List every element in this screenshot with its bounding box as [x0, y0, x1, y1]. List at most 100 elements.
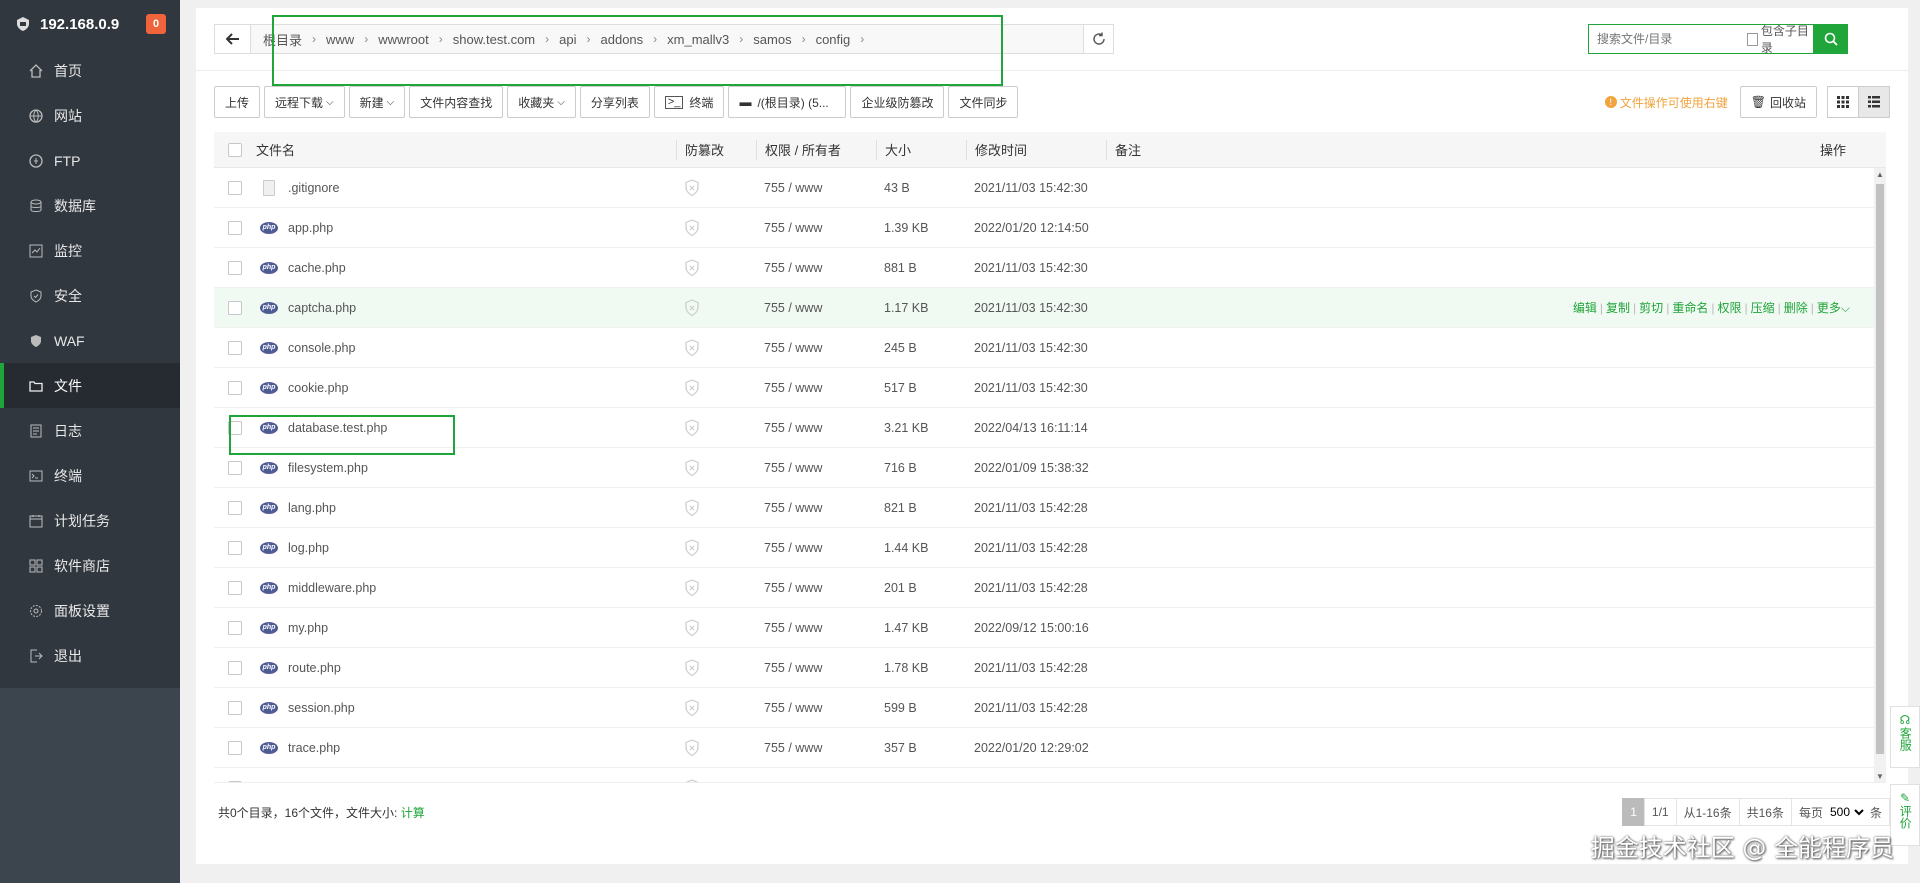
upload-button[interactable]: 上传	[214, 86, 261, 118]
table-row[interactable]: php lang.php 755 / www 821 B 2021/11/03 15:4…	[214, 488, 1886, 528]
file-perm[interactable]: 755 / www	[756, 621, 876, 635]
table-row[interactable]: php log.php 755 / www 1.44 KB 2021/11/03 15:…	[214, 528, 1886, 568]
table-row[interactable]: php route.php 755 / www 1.78 KB 2021/11/03 1…	[214, 648, 1886, 688]
table-row[interactable]: php captcha.php 755 / www 1.17 KB 2021/11/03…	[214, 288, 1886, 328]
file-perm[interactable]: 755 / www	[756, 501, 876, 515]
row-checkbox[interactable]	[228, 580, 242, 595]
file-perm[interactable]: 755 / www	[756, 661, 876, 675]
search-button[interactable]	[1814, 24, 1848, 54]
grid-view-button[interactable]	[1827, 86, 1859, 118]
row-checkbox[interactable]	[228, 500, 242, 515]
file-perm[interactable]: 755 / www	[756, 381, 876, 395]
page-current[interactable]: 1	[1622, 798, 1645, 826]
notification-badge[interactable]: 0	[146, 14, 166, 34]
table-row[interactable]: php database.test.php 755 / www 3.21 KB 2022…	[214, 408, 1886, 448]
file-name[interactable]: console.php	[288, 341, 355, 355]
file-name[interactable]: captcha.php	[288, 301, 356, 315]
share-list-button[interactable]: 分享列表	[579, 86, 650, 118]
sidebar-item-ftp[interactable]: FTP	[0, 138, 180, 183]
sidebar-item-cron[interactable]: 计划任务	[0, 498, 180, 543]
per-page-select[interactable]: 500	[1825, 804, 1867, 820]
new-button[interactable]: 新建 ⌵	[348, 86, 406, 118]
remote-download-button[interactable]: 远程下载 ⌵	[264, 86, 345, 118]
select-all-checkbox[interactable]	[228, 142, 242, 157]
disk-button[interactable]: ▬ /(根目录) (5...	[728, 86, 847, 118]
file-perm[interactable]: 755 / www	[756, 581, 876, 595]
refresh-button[interactable]	[1083, 25, 1113, 53]
row-checkbox[interactable]	[228, 660, 242, 675]
sidebar-item-terminal[interactable]: 终端	[0, 453, 180, 498]
sidebar-item-settings[interactable]: 面板设置	[0, 588, 180, 633]
row-checkbox[interactable]	[228, 460, 242, 475]
header-size[interactable]: 大小	[876, 139, 966, 160]
calc-size-link[interactable]: 计算	[401, 806, 425, 820]
file-name[interactable]: app.php	[288, 221, 333, 235]
row-action-6[interactable]: 删除	[1784, 301, 1808, 315]
review-button[interactable]: ✎ 评价	[1890, 784, 1920, 846]
file-perm[interactable]: 755 / www	[756, 221, 876, 235]
row-checkbox[interactable]	[228, 780, 242, 782]
file-perm[interactable]: 755 / www	[756, 261, 876, 275]
sidebar-item-logs[interactable]: 日志	[0, 408, 180, 453]
file-name[interactable]: .gitignore	[288, 181, 339, 195]
table-row[interactable]: php console.php 755 / www 245 B 2021/11/03 1…	[214, 328, 1886, 368]
file-perm[interactable]: 755 / www	[756, 701, 876, 715]
row-action-4[interactable]: 权限	[1717, 301, 1741, 315]
row-checkbox[interactable]	[228, 180, 242, 195]
terminal-button[interactable]: >_ 终端	[653, 86, 725, 118]
list-view-button[interactable]	[1858, 86, 1890, 118]
row-checkbox[interactable]	[228, 340, 242, 355]
row-checkbox[interactable]	[228, 380, 242, 395]
sidebar-item-logout[interactable]: 退出	[0, 633, 180, 678]
customer-service-button[interactable]: ☊ 客服	[1890, 706, 1920, 768]
header-mtime[interactable]: 修改时间	[966, 139, 1106, 160]
file-name[interactable]: session.php	[288, 701, 355, 715]
row-checkbox[interactable]	[228, 300, 242, 315]
sidebar-item-security[interactable]: 安全	[0, 273, 180, 318]
sidebar-item-database[interactable]: 数据库	[0, 183, 180, 228]
file-name[interactable]: my.php	[288, 621, 328, 635]
file-name[interactable]: log.php	[288, 541, 329, 555]
sidebar-item-waf[interactable]: WAF	[0, 318, 180, 363]
checkbox[interactable]	[1747, 32, 1758, 46]
row-checkbox[interactable]	[228, 700, 242, 715]
file-perm[interactable]: 755 / www	[756, 421, 876, 435]
file-perm[interactable]: 755 / www	[756, 741, 876, 755]
scrollbar-thumb[interactable]	[1876, 184, 1884, 754]
table-row[interactable]: php view.php 755 / www1.02 KB2021/11/03 15…	[214, 768, 1886, 783]
sidebar-item-home[interactable]: 首页	[0, 48, 180, 93]
file-perm[interactable]: 755 / www	[756, 541, 876, 555]
file-perm[interactable]: 755 / www	[756, 341, 876, 355]
row-action-0[interactable]: 编辑	[1573, 301, 1597, 315]
row-checkbox[interactable]	[228, 220, 242, 235]
row-checkbox[interactable]	[228, 260, 242, 275]
back-button[interactable]	[215, 25, 251, 53]
file-name[interactable]: view.php	[288, 781, 337, 783]
file-perm[interactable]: 755 / www	[756, 181, 876, 195]
include-subdir-checkbox[interactable]: 包含子目录	[1747, 22, 1813, 56]
table-row[interactable]: php trace.php 755 / www 357 B 2022/01/20 12:…	[214, 728, 1886, 768]
row-action-3[interactable]: 重命名	[1672, 301, 1708, 315]
table-row[interactable]: php cache.php 755 / www 881 B 2021/11/03 15:…	[214, 248, 1886, 288]
search-input[interactable]	[1597, 32, 1747, 46]
file-name[interactable]: lang.php	[288, 501, 336, 515]
sidebar-item-monitor[interactable]: 监控	[0, 228, 180, 273]
row-checkbox[interactable]	[228, 540, 242, 555]
tamper-protect-button[interactable]: 企业级防篡改	[850, 86, 945, 118]
sidebar-item-store[interactable]: 软件商店	[0, 543, 180, 588]
favorites-button[interactable]: 收藏夹 ⌵	[507, 86, 576, 118]
header-name[interactable]: 文件名	[256, 140, 676, 159]
file-name[interactable]: middleware.php	[288, 581, 376, 595]
scroll-up-icon[interactable]: ▲	[1876, 170, 1884, 179]
file-perm[interactable]: 755 / www	[756, 301, 876, 315]
vertical-scrollbar[interactable]: ▲ ▼	[1874, 168, 1886, 782]
file-perm[interactable]: 755 / www	[756, 461, 876, 475]
table-row[interactable]: php app.php 755 / www 1.39 KB 2022/01/20 12:…	[214, 208, 1886, 248]
file-name[interactable]: filesystem.php	[288, 461, 368, 475]
file-name[interactable]: cache.php	[288, 261, 346, 275]
table-row[interactable]: php filesystem.php 755 / www 716 B 2022/01/0…	[214, 448, 1886, 488]
table-row[interactable]: php my.php 755 / www 1.47 KB 2022/09/12 15:0…	[214, 608, 1886, 648]
table-row[interactable]: php cookie.php 755 / www 517 B 2021/11/03 15…	[214, 368, 1886, 408]
file-name[interactable]: cookie.php	[288, 381, 348, 395]
sidebar-item-files[interactable]: 文件	[0, 363, 180, 408]
